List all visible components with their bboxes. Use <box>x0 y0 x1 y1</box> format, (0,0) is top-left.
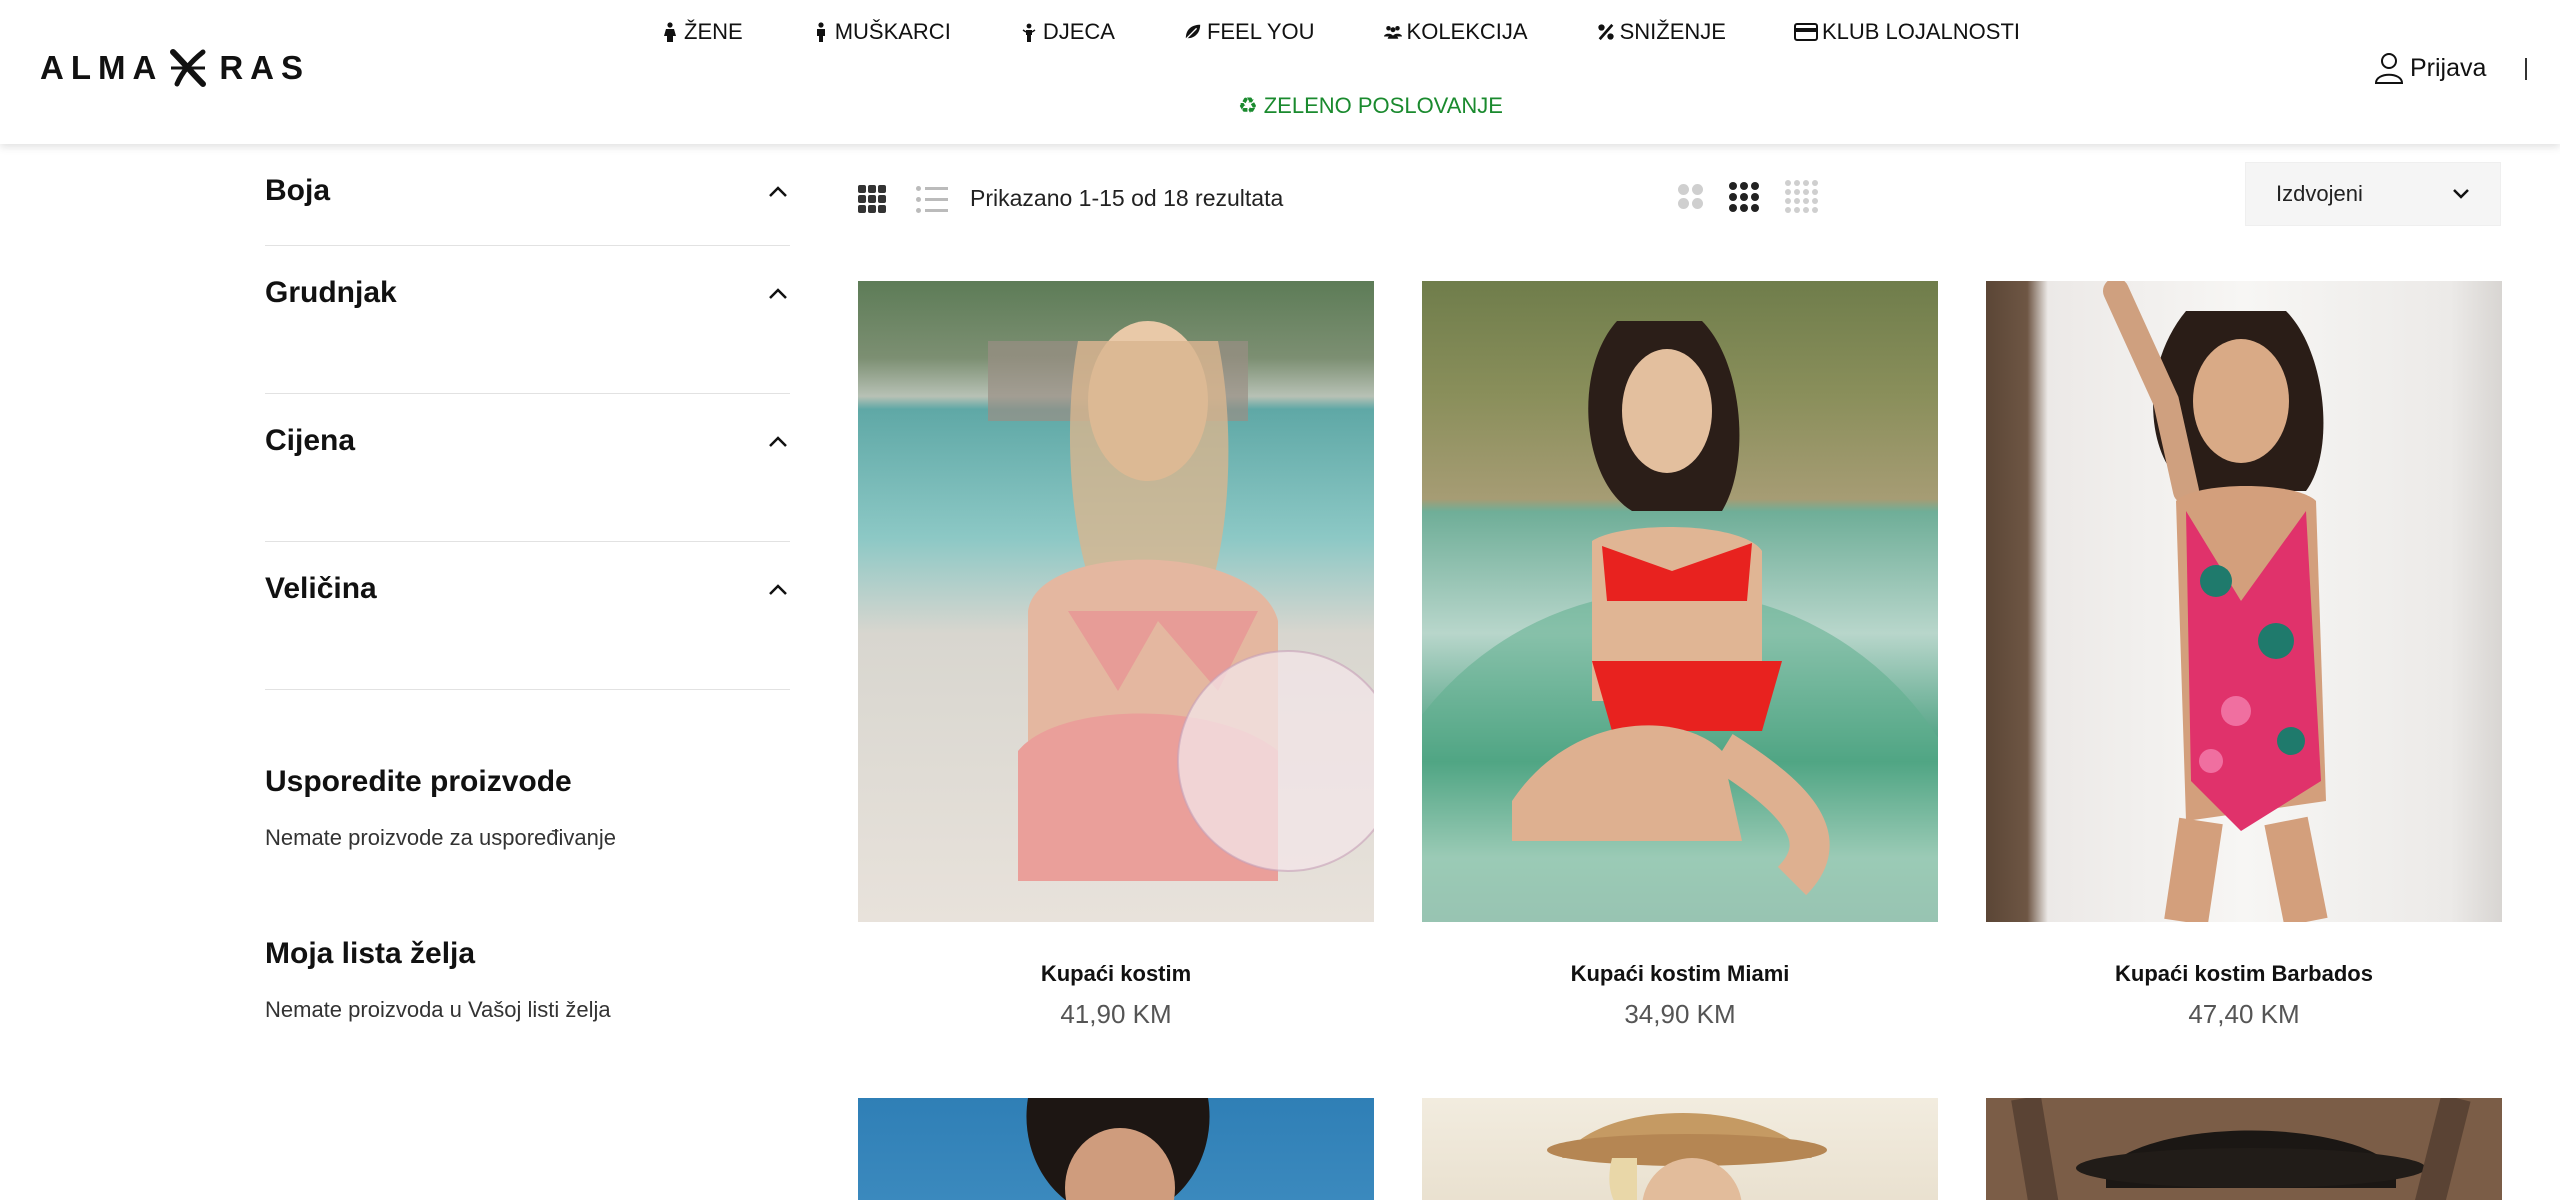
brand-logo[interactable]: ALMA RAS <box>40 48 310 88</box>
nav-item-klub-lojalnosti[interactable]: KLUB LOJALNOSTI <box>1793 14 2021 50</box>
nav-item-zeleno-poslovanje[interactable]: ♻ ZELENO POSLOVANJE <box>1238 88 1503 124</box>
product-image[interactable] <box>858 281 1374 922</box>
product-card[interactable]: Kupaći kostim 41,90 KM <box>858 281 1374 1029</box>
product-name[interactable]: Kupaći kostim <box>858 961 1374 987</box>
product-name[interactable]: Kupaći kostim Barbados <box>1986 961 2502 987</box>
chevron-up-icon[interactable] <box>766 580 790 600</box>
filter-cijena[interactable]: Cijena <box>265 394 790 542</box>
child-icon <box>1019 21 1039 43</box>
filter-title: Grudnjak <box>265 276 397 309</box>
compare-title: Usporedite proizvode <box>265 765 572 798</box>
brand-right-word: RAS <box>219 49 310 86</box>
nav-item-label: MUŠKARCI <box>834 19 951 44</box>
product-card[interactable]: Kupaći kostim Miami 34,90 KM <box>1422 281 1938 1029</box>
product-card[interactable] <box>858 1098 1374 1200</box>
product-price: 47,40 KM <box>2188 999 2300 1029</box>
view-mode-toggle <box>858 185 948 213</box>
chevron-up-icon[interactable] <box>766 284 790 304</box>
brand-mark-icon <box>167 48 209 88</box>
product-card[interactable] <box>1422 1098 1938 1200</box>
nav-item-label: KLUB LOJALNOSTI <box>1821 19 2021 44</box>
nav-item-label: DJECA <box>1042 19 1115 44</box>
list-view-icon[interactable] <box>916 185 948 213</box>
compare-text: Nemate proizvode za uspoređivanje <box>265 825 616 850</box>
woman-icon <box>660 21 680 43</box>
wishlist-section: Moja lista želja Nemate proizvoda u Vašo… <box>265 937 611 1023</box>
product-image[interactable] <box>1422 281 1938 922</box>
three-columns-icon[interactable] <box>1729 181 1759 212</box>
chevron-up-icon[interactable] <box>766 432 790 452</box>
sort-select[interactable]: Izdvojeni <box>2245 162 2501 226</box>
columns-switch <box>1678 180 1818 213</box>
card-icon <box>1793 21 1818 43</box>
nav-item-label: FEEL YOU <box>1206 19 1315 44</box>
filter-sidebar: Boja Grudnjak Cijena Veličina <box>265 144 790 690</box>
man-icon <box>811 21 831 43</box>
filter-grudnjak[interactable]: Grudnjak <box>265 246 790 394</box>
nav-item-label: SNIŽENJE <box>1619 19 1726 44</box>
filter-velicina[interactable]: Veličina <box>265 542 790 690</box>
results-count: Prikazano 1-15 od 18 rezultata <box>970 185 1284 211</box>
user-icon <box>2374 53 2404 84</box>
grid-view-icon[interactable] <box>858 185 886 213</box>
chevron-down-icon <box>2453 189 2469 199</box>
main-nav: ŽENE MUŠKARCI DJECA FEEL YOU KOLEKCIJA S… <box>660 14 2060 50</box>
chevron-up-icon[interactable] <box>766 182 790 202</box>
nav-item-label: ZELENO POSLOVANJE <box>1263 93 1503 118</box>
filter-boja[interactable]: Boja <box>265 144 790 246</box>
leaf-icon <box>1183 21 1203 43</box>
brand-left-word: ALMA <box>40 49 164 86</box>
nav-item-label: ŽENE <box>684 19 743 44</box>
recycle-icon: ♻ <box>1238 93 1258 118</box>
wishlist-text: Nemate proizvoda u Vašoj listi želja <box>265 997 611 1022</box>
product-image[interactable] <box>858 1098 1374 1200</box>
login-link[interactable]: Prijava <box>2374 52 2486 84</box>
product-image[interactable] <box>1422 1098 1938 1200</box>
nav-item-muskarci[interactable]: MUŠKARCI <box>811 14 951 50</box>
product-card[interactable] <box>1986 1098 2502 1200</box>
filter-title: Veličina <box>265 572 377 605</box>
product-price: 34,90 KM <box>1624 999 1736 1029</box>
nav-item-snizenje[interactable]: SNIŽENJE <box>1596 14 1726 50</box>
site-header: ALMA RAS ŽENE MUŠKARCI DJECA FEEL YOU KO… <box>0 0 2560 144</box>
nav-item-label: KOLEKCIJA <box>1406 19 1528 44</box>
header-divider <box>2525 58 2527 80</box>
product-image[interactable] <box>1986 1098 2502 1200</box>
four-columns-icon[interactable] <box>1785 180 1818 213</box>
percent-icon <box>1596 21 1616 43</box>
filter-title: Cijena <box>265 424 356 457</box>
product-image[interactable] <box>1986 281 2502 922</box>
filter-title: Boja <box>265 174 331 207</box>
two-columns-icon[interactable] <box>1678 184 1703 209</box>
login-label: Prijava <box>2410 53 2487 82</box>
nav-item-feel-you[interactable]: FEEL YOU <box>1183 14 1315 50</box>
nav-item-kolekcija[interactable]: KOLEKCIJA <box>1383 14 1528 50</box>
nav-item-djeca[interactable]: DJECA <box>1019 14 1115 50</box>
compare-section: Usporedite proizvode Nemate proizvode za… <box>265 765 616 851</box>
product-name[interactable]: Kupaći kostim Miami <box>1422 961 1938 987</box>
wishlist-title: Moja lista želja <box>265 937 476 970</box>
product-price: 41,90 KM <box>1060 999 1172 1029</box>
group-icon <box>1383 21 1403 43</box>
product-card[interactable]: Kupaći kostim Barbados 47,40 KM <box>1986 281 2502 1029</box>
sort-selected-value: Izdvojeni <box>2276 181 2363 206</box>
nav-item-zene[interactable]: ŽENE <box>660 14 743 50</box>
